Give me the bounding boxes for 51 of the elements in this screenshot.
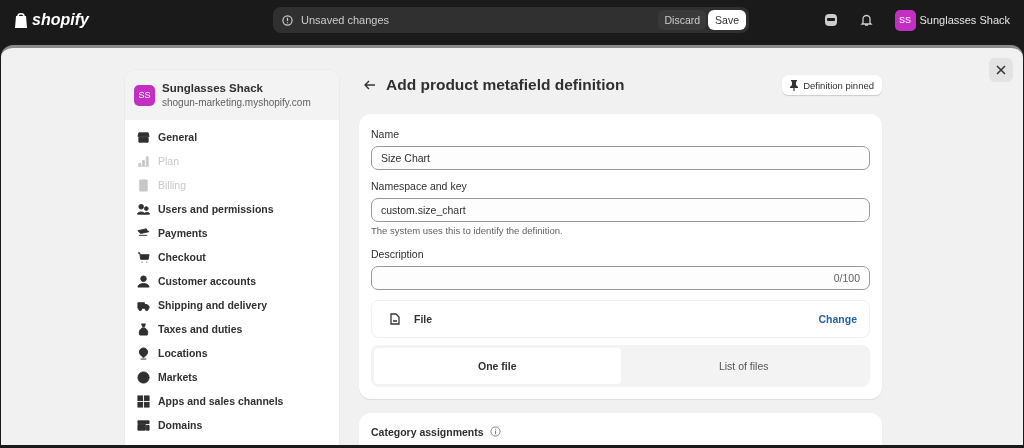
name-field[interactable]: Size Chart <box>371 146 870 170</box>
pin-icon <box>790 79 799 91</box>
notice-text: Unsaved changes <box>301 14 390 26</box>
type-name: File <box>414 313 433 325</box>
window-icon <box>137 418 150 432</box>
discard-button[interactable]: Discard <box>658 10 707 30</box>
chart-icon <box>137 154 150 168</box>
store-domain: shogun-marketing.myshopify.com <box>162 97 311 108</box>
settings-nav-item[interactable]: Locations <box>125 341 339 365</box>
shopping-bag-icon <box>14 11 28 29</box>
back-arrow-icon[interactable] <box>364 80 376 90</box>
segment-option[interactable]: List of files <box>620 348 867 384</box>
settings-nav-item[interactable]: Apps and sales channels <box>125 389 339 413</box>
settings-nav-item[interactable]: Markets <box>125 365 339 389</box>
help-text: The system uses this to identify the definition. <box>371 225 564 236</box>
change-link[interactable]: Change <box>818 313 857 325</box>
settings-nav-item[interactable]: Checkout <box>125 245 339 269</box>
settings-nav-item[interactable]: Users and permissions <box>125 197 339 221</box>
definition-pinned-button[interactable]: Definition pinned <box>782 75 882 95</box>
settings-nav-item[interactable]: Customer accounts <box>125 269 339 293</box>
logo-text[interactable]: shopify <box>32 11 89 29</box>
file-icon <box>390 313 400 325</box>
cart-icon <box>137 250 150 264</box>
close-icon <box>996 65 1006 75</box>
info-icon[interactable] <box>489 426 501 437</box>
close-button[interactable] <box>989 58 1013 82</box>
location-pin-icon <box>137 346 150 360</box>
save-button[interactable]: Save <box>708 10 746 30</box>
settings-nav-item[interactable]: Domains <box>125 413 339 437</box>
store-avatar[interactable]: SS <box>894 9 916 31</box>
settings-nav-item[interactable]: Taxes and duties <box>125 317 339 341</box>
settings-nav-item[interactable]: Payments <box>125 221 339 245</box>
field-label: Description <box>371 248 425 260</box>
bag-icon <box>137 322 150 336</box>
segment-option[interactable]: One file <box>374 348 621 384</box>
field-label: Name <box>371 128 400 140</box>
card-title: Category assignments <box>371 426 484 438</box>
store-name[interactable]: Sunglasses Shack <box>919 14 1010 26</box>
person-icon <box>137 274 150 288</box>
settings-nav-item[interactable]: Shipping and delivery <box>125 293 339 317</box>
field-label: Namespace and key <box>371 180 468 192</box>
store-avatar: SS <box>134 84 155 106</box>
users-icon <box>137 202 150 216</box>
namespace-key-field[interactable]: custom.size_chart <box>371 198 870 222</box>
settings-nav-item[interactable]: General <box>125 125 339 149</box>
store-name: Sunglasses Shack <box>162 82 264 94</box>
grid-icon <box>137 394 150 408</box>
bell-icon[interactable] <box>859 13 873 27</box>
alert-icon <box>282 14 293 26</box>
page-title: Add product metafield definition <box>386 76 625 94</box>
description-field[interactable]: 0/100 <box>371 266 870 290</box>
